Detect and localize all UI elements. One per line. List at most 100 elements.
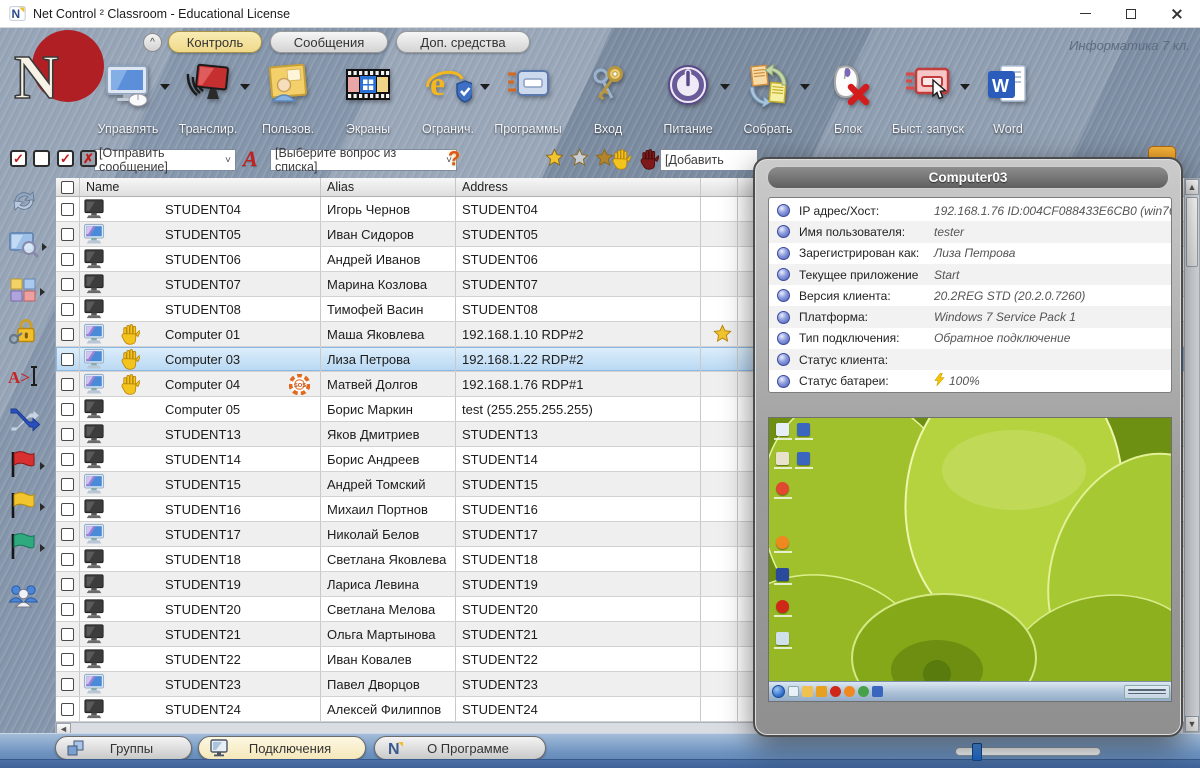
header-name[interactable]: Name [80,178,321,196]
help-question-icon[interactable]: ? [448,148,460,171]
star-mark-icon[interactable] [570,148,589,172]
checkbox-checked-icon[interactable]: ✓ [10,150,27,167]
close-button[interactable] [1154,0,1200,27]
header-address[interactable]: Address [456,178,701,196]
raise-hand-icon[interactable] [640,148,659,176]
desktop-preview[interactable] [768,417,1172,702]
toolbar-item-9[interactable]: Блок [808,62,888,136]
sidebar-item-flag-#d83030[interactable] [8,448,48,484]
checkbox-empty-icon[interactable] [33,150,50,167]
name-cell[interactable]: STUDENT05 [80,222,321,246]
row-checkbox[interactable] [56,347,80,371]
name-cell[interactable]: Computer 05 [80,397,321,421]
scroll-down-button[interactable]: ▼ [1185,716,1199,732]
tab-2[interactable]: Доп. средства [396,31,530,53]
add-bookmark-input[interactable]: [Добавить [660,149,758,171]
toolbar-item-1[interactable]: Транслир. [168,62,248,136]
bottom-tab-2[interactable]: N О Программе [374,736,546,760]
toolbar-item-7[interactable]: Питание [648,62,728,136]
row-checkbox[interactable] [56,272,80,296]
sidebar-item-lock-key[interactable] [8,316,48,352]
row-checkbox[interactable] [56,547,80,571]
row-checkbox[interactable] [56,222,80,246]
name-cell[interactable]: STUDENT06 [80,247,321,271]
computer-details-popup[interactable]: Computer03 IP адрес/Хост: 192.168.1.76 I… [753,157,1183,737]
question-list-combo[interactable]: [Выберите вопрос из списка] ˅ [270,149,457,171]
name-cell[interactable]: Computer 01 [80,322,321,346]
font-format-icon[interactable]: A [243,146,258,172]
row-checkbox[interactable] [56,397,80,421]
name-cell[interactable]: STUDENT15 [80,472,321,496]
sidebar-item-rename[interactable]: A> [8,360,48,396]
toolbar-item-2[interactable]: Пользов. [248,62,328,136]
name-cell[interactable]: STUDENT18 [80,547,321,571]
sidebar-item-users-group[interactable] [8,580,48,616]
sidebar-item-refresh[interactable] [8,185,48,221]
row-checkbox[interactable] [56,522,80,546]
name-cell[interactable]: STUDENT24 [80,697,321,721]
name-cell[interactable]: STUDENT22 [80,647,321,671]
name-cell[interactable]: Computer 03 [80,347,321,371]
maximize-button[interactable] [1108,0,1154,27]
scroll-up-button[interactable]: ▲ [1185,179,1199,195]
name-cell[interactable]: Computer 04 SOS [80,372,321,396]
toolbar-item-8[interactable]: Собрать [728,62,808,136]
name-cell[interactable]: STUDENT16 [80,497,321,521]
toolbar-item-3[interactable]: Экраны [328,62,408,136]
name-cell[interactable]: STUDENT17 [80,522,321,546]
send-message-combo[interactable]: [Отправить сообщение] ˅ [94,149,236,171]
toolbar-item-5[interactable]: Программы [488,62,568,136]
row-checkbox[interactable] [56,672,80,696]
row-checkbox[interactable] [56,447,80,471]
row-checkbox[interactable] [56,372,80,396]
select-all-checkbox[interactable] [56,178,80,196]
star-mark-icon[interactable] [545,148,564,172]
checkbox-crossed-icon[interactable]: ✗ [80,150,97,167]
row-checkbox[interactable] [56,597,80,621]
sidebar-item-flag-#2eaa7e[interactable] [8,530,48,566]
toolbar-item-4[interactable]: e Огранич. [408,62,488,136]
bottom-tab-1[interactable]: Подключения [198,736,366,760]
row-checkbox[interactable] [56,572,80,596]
toolbar-item-6[interactable]: Вход [568,62,648,136]
thumbnail-size-slider[interactable] [955,747,1101,756]
sidebar-item-groups-grid[interactable] [8,274,48,310]
sidebar-item-flag-#f2c52e[interactable] [8,489,48,525]
header-alias[interactable]: Alias [321,178,456,196]
name-cell[interactable]: STUDENT04 [80,197,321,221]
checkbox-checked-icon[interactable]: ✓ [57,150,74,167]
sidebar-item-find-screen[interactable] [8,229,48,265]
name-cell[interactable]: STUDENT19 [80,572,321,596]
row-checkbox[interactable] [56,497,80,521]
header-status[interactable] [701,178,738,196]
row-checkbox[interactable] [56,472,80,496]
name-cell[interactable]: STUDENT14 [80,447,321,471]
collapse-ribbon-button[interactable]: ^ [143,33,162,52]
row-checkbox[interactable] [56,422,80,446]
name-cell[interactable]: STUDENT08 [80,297,321,321]
name-cell[interactable]: STUDENT21 [80,622,321,646]
row-checkbox[interactable] [56,297,80,321]
minimize-button[interactable] [1062,0,1108,27]
name-cell[interactable]: STUDENT23 [80,672,321,696]
scrollbar-thumb[interactable] [1186,197,1198,267]
row-checkbox[interactable] [56,322,80,346]
tab-1[interactable]: Сообщения [270,31,388,53]
row-checkbox[interactable] [56,247,80,271]
raise-hand-icon[interactable] [612,148,631,176]
row-checkbox[interactable] [56,197,80,221]
computer-name: STUDENT17 [165,527,241,542]
row-checkbox[interactable] [56,697,80,721]
name-cell[interactable]: STUDENT07 [80,272,321,296]
toolbar-item-10[interactable]: Быст. запуск [888,62,968,136]
toolbar-item-11[interactable]: W Word [968,62,1048,136]
tab-0[interactable]: Контроль [168,31,262,53]
name-cell[interactable]: STUDENT20 [80,597,321,621]
name-cell[interactable]: STUDENT13 [80,422,321,446]
row-checkbox[interactable] [56,647,80,671]
row-checkbox[interactable] [56,622,80,646]
sidebar-item-shuffle[interactable] [8,404,48,440]
slider-knob[interactable] [972,743,982,761]
bottom-tab-0[interactable]: Группы [55,736,192,760]
vertical-scrollbar[interactable]: ▲ ▼ [1184,178,1200,733]
